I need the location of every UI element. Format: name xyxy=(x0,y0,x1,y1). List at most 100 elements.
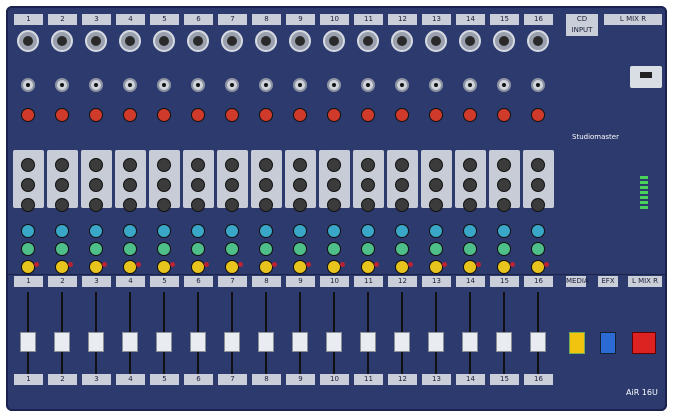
mic-input-xlr[interactable] xyxy=(187,30,209,52)
gain-knob[interactable] xyxy=(191,108,205,122)
gain-knob[interactable] xyxy=(429,108,443,122)
eq-knob-3[interactable] xyxy=(157,198,171,212)
eq-knob-2[interactable] xyxy=(429,178,443,192)
gain-knob[interactable] xyxy=(463,108,477,122)
channel-fader[interactable] xyxy=(20,332,36,352)
pan-knob[interactable] xyxy=(463,260,477,274)
efx-knob[interactable] xyxy=(497,242,511,256)
eq-knob-3[interactable] xyxy=(225,198,239,212)
eq-knob-1[interactable] xyxy=(293,158,307,172)
aux-knob[interactable] xyxy=(497,224,511,238)
channel-fader[interactable] xyxy=(122,332,138,352)
aux-knob[interactable] xyxy=(21,224,35,238)
line-input-jack[interactable] xyxy=(327,78,341,92)
aux-knob[interactable] xyxy=(259,224,273,238)
line-input-jack[interactable] xyxy=(123,78,137,92)
channel-fader[interactable] xyxy=(326,332,342,352)
eq-knob-2[interactable] xyxy=(395,178,409,192)
eq-knob-3[interactable] xyxy=(123,198,137,212)
aux-knob[interactable] xyxy=(89,224,103,238)
pan-knob[interactable] xyxy=(89,260,103,274)
gain-knob[interactable] xyxy=(497,108,511,122)
channel-fader[interactable] xyxy=(428,332,444,352)
aux-knob[interactable] xyxy=(293,224,307,238)
eq-knob-2[interactable] xyxy=(191,178,205,192)
eq-knob-1[interactable] xyxy=(497,158,511,172)
eq-knob-1[interactable] xyxy=(463,158,477,172)
channel-fader[interactable] xyxy=(530,332,546,352)
efx-knob[interactable] xyxy=(259,242,273,256)
line-input-jack[interactable] xyxy=(157,78,171,92)
gain-knob[interactable] xyxy=(225,108,239,122)
efx-knob[interactable] xyxy=(21,242,35,256)
gain-knob[interactable] xyxy=(361,108,375,122)
channel-fader[interactable] xyxy=(292,332,308,352)
eq-knob-1[interactable] xyxy=(225,158,239,172)
aux-knob[interactable] xyxy=(123,224,137,238)
aux-knob[interactable] xyxy=(429,224,443,238)
aux-knob[interactable] xyxy=(463,224,477,238)
aux-knob[interactable] xyxy=(55,224,69,238)
mic-input-xlr[interactable] xyxy=(357,30,379,52)
mic-input-xlr[interactable] xyxy=(323,30,345,52)
mic-input-xlr[interactable] xyxy=(425,30,447,52)
line-input-jack[interactable] xyxy=(429,78,443,92)
gain-knob[interactable] xyxy=(55,108,69,122)
channel-fader[interactable] xyxy=(462,332,478,352)
media-fader[interactable] xyxy=(569,332,585,354)
pan-knob[interactable] xyxy=(327,260,341,274)
eq-knob-2[interactable] xyxy=(89,178,103,192)
eq-knob-1[interactable] xyxy=(191,158,205,172)
line-input-jack[interactable] xyxy=(395,78,409,92)
efx-knob[interactable] xyxy=(89,242,103,256)
pan-knob[interactable] xyxy=(191,260,205,274)
aux-knob[interactable] xyxy=(157,224,171,238)
eq-knob-2[interactable] xyxy=(497,178,511,192)
line-input-jack[interactable] xyxy=(225,78,239,92)
aux-knob[interactable] xyxy=(225,224,239,238)
efx-knob[interactable] xyxy=(429,242,443,256)
channel-fader[interactable] xyxy=(258,332,274,352)
aux-knob[interactable] xyxy=(327,224,341,238)
eq-knob-2[interactable] xyxy=(259,178,273,192)
eq-knob-3[interactable] xyxy=(395,198,409,212)
eq-knob-2[interactable] xyxy=(463,178,477,192)
pan-knob[interactable] xyxy=(157,260,171,274)
gain-knob[interactable] xyxy=(89,108,103,122)
line-input-jack[interactable] xyxy=(463,78,477,92)
eq-knob-3[interactable] xyxy=(429,198,443,212)
eq-knob-1[interactable] xyxy=(429,158,443,172)
aux-knob[interactable] xyxy=(395,224,409,238)
line-input-jack[interactable] xyxy=(259,78,273,92)
efx-knob[interactable] xyxy=(293,242,307,256)
eq-knob-3[interactable] xyxy=(497,198,511,212)
efx-knob[interactable] xyxy=(157,242,171,256)
pan-knob[interactable] xyxy=(497,260,511,274)
gain-knob[interactable] xyxy=(157,108,171,122)
efx-knob[interactable] xyxy=(531,242,545,256)
eq-knob-2[interactable] xyxy=(225,178,239,192)
mic-input-xlr[interactable] xyxy=(17,30,39,52)
eq-knob-1[interactable] xyxy=(21,158,35,172)
efx-fader[interactable] xyxy=(600,332,616,354)
mic-input-xlr[interactable] xyxy=(493,30,515,52)
aux-knob[interactable] xyxy=(531,224,545,238)
eq-knob-1[interactable] xyxy=(55,158,69,172)
master-fader[interactable] xyxy=(632,332,656,354)
eq-knob-3[interactable] xyxy=(293,198,307,212)
efx-knob[interactable] xyxy=(361,242,375,256)
gain-knob[interactable] xyxy=(123,108,137,122)
eq-knob-3[interactable] xyxy=(463,198,477,212)
mic-input-xlr[interactable] xyxy=(221,30,243,52)
eq-knob-1[interactable] xyxy=(89,158,103,172)
pan-knob[interactable] xyxy=(225,260,239,274)
line-input-jack[interactable] xyxy=(531,78,545,92)
aux-knob[interactable] xyxy=(191,224,205,238)
efx-knob[interactable] xyxy=(463,242,477,256)
eq-knob-2[interactable] xyxy=(293,178,307,192)
line-input-jack[interactable] xyxy=(89,78,103,92)
mic-input-xlr[interactable] xyxy=(119,30,141,52)
pan-knob[interactable] xyxy=(259,260,273,274)
line-input-jack[interactable] xyxy=(21,78,35,92)
aux-knob[interactable] xyxy=(361,224,375,238)
